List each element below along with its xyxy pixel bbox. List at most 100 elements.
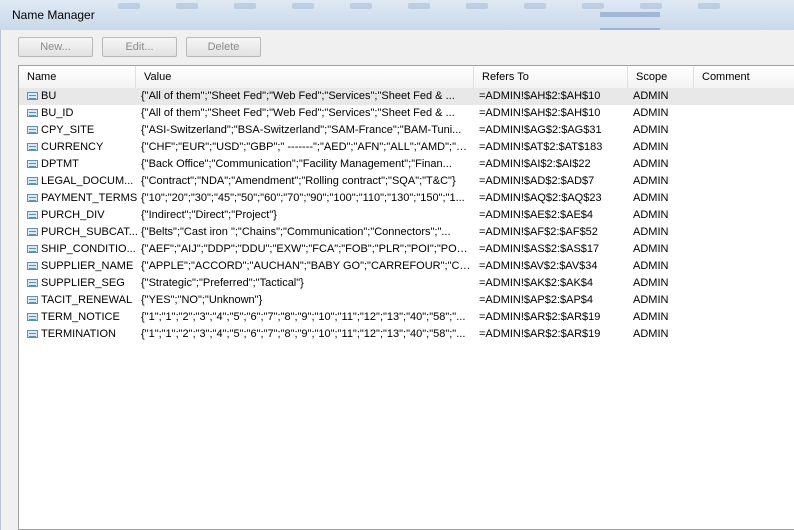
scope-cell: ADMIN [633, 328, 669, 340]
scope-cell: ADMIN [633, 90, 669, 102]
table-row[interactable]: CPY_SITE {"ASI-Switzerland";"BSA-Switzerl… [19, 122, 794, 139]
comment-cell [699, 292, 794, 309]
name-cell: DPTMT [41, 158, 79, 170]
value-cell: {"10";"20";"30";"45";"50";"60";"70";"90"… [141, 192, 465, 204]
name-cell: BU_ID [41, 107, 74, 119]
value-cell: {"CHF";"EUR";"USD";"GBP";" -------";"AED… [141, 141, 471, 153]
table-row[interactable]: TERMINATION {"1";"1";"2";"3";"4";"5";"6";… [19, 326, 794, 343]
table-row[interactable]: PURCH_DIV {"Indirect";"Direct";"Project"}… [19, 207, 794, 224]
window-title: Name Manager [12, 8, 95, 22]
range-name-icon [27, 313, 38, 321]
new-button[interactable]: New... [18, 37, 93, 57]
value-cell: {"APPLE";"ACCORD";"AUCHAN";"BABY GO";"CA… [141, 260, 471, 272]
range-name-icon [27, 143, 38, 151]
comment-cell [699, 241, 794, 258]
value-cell: {"All of them";"Sheet Fed";"Web Fed";"Se… [141, 107, 455, 119]
name-cell: TERMINATION [41, 328, 116, 340]
table-row[interactable]: TERM_NOTICE {"1";"1";"2";"3";"4";"5";"6";… [19, 309, 794, 326]
refers-to-cell: =ADMIN!$AK$2:$AK$4 [479, 277, 594, 289]
scope-cell: ADMIN [633, 226, 669, 238]
column-header-name[interactable]: Name [19, 66, 136, 88]
names-list[interactable]: Name Value Refers To Scope Comment BU {"A… [18, 65, 794, 530]
refers-to-cell: =ADMIN!$AG$2:$AG$31 [479, 124, 602, 136]
table-row[interactable]: PAYMENT_TERMS {"10";"20";"30";"45";"50";"… [19, 190, 794, 207]
refers-to-cell: =ADMIN!$AI$2:$AI$22 [479, 158, 591, 170]
comment-cell [699, 88, 794, 105]
refers-to-cell: =ADMIN!$AR$2:$AR$19 [479, 328, 601, 340]
value-cell: {"AEF";"AIJ";"DDP";"DDU";"EXW";"FCA";"FO… [141, 243, 471, 255]
name-cell: CPY_SITE [41, 124, 95, 136]
range-name-icon [27, 126, 38, 134]
table-row[interactable]: PURCH_SUBCAT... {"Belts";"Cast iron ";"Ch… [19, 224, 794, 241]
scope-cell: ADMIN [633, 141, 669, 153]
table-row[interactable]: LEGAL_DOCUM... {"Contract";"NDA";"Amendme… [19, 173, 794, 190]
scope-cell: ADMIN [633, 158, 669, 170]
scope-cell: ADMIN [633, 175, 669, 187]
value-cell: {"1";"1";"2";"3";"4";"5";"6";"7";"8";"9"… [141, 311, 466, 323]
name-cell: SUPPLIER_NAME [41, 260, 134, 272]
scope-cell: ADMIN [633, 107, 669, 119]
table-row[interactable]: TACIT_RENEWAL {"YES";"NO";"Unknown"} =ADMI… [19, 292, 794, 309]
range-name-icon [27, 262, 38, 270]
range-name-icon [27, 330, 38, 338]
refers-to-cell: =ADMIN!$AH$2:$AH$10 [479, 107, 601, 119]
table-row[interactable]: CURRENCY {"CHF";"EUR";"USD";"GBP";" -----… [19, 139, 794, 156]
value-cell: {"Contract";"NDA";"Amendment";"Rolling c… [141, 175, 456, 187]
refers-to-cell: =ADMIN!$AD$2:$AD$7 [479, 175, 595, 187]
refers-to-cell: =ADMIN!$AP$2:$AP$4 [479, 294, 594, 306]
value-cell: {"Belts";"Cast iron ";"Chains";"Communic… [141, 226, 451, 238]
value-cell: {"Back Office";"Communication";"Facility… [141, 158, 452, 170]
table-row[interactable]: SHIP_CONDITIO... {"AEF";"AIJ";"DDP";"DDU"… [19, 241, 794, 258]
comment-cell [699, 224, 794, 241]
delete-button[interactable]: Delete [186, 37, 261, 57]
comment-cell [699, 105, 794, 122]
range-name-icon [27, 194, 38, 202]
scope-cell: ADMIN [633, 124, 669, 136]
comment-cell [699, 156, 794, 173]
background-window-text [560, 8, 794, 49]
name-cell: PURCH_DIV [41, 209, 105, 221]
value-cell: {"Strategic";"Preferred";"Tactical"} [141, 277, 304, 289]
range-name-icon [27, 296, 38, 304]
table-row[interactable]: SUPPLIER_SEG {"Strategic";"Preferred";"Ta… [19, 275, 794, 292]
title-bar[interactable]: Name Manager [0, 0, 794, 49]
scope-cell: ADMIN [633, 209, 669, 221]
comment-cell [699, 207, 794, 224]
table-row[interactable]: BU_ID {"All of them";"Sheet Fed";"Web Fed… [19, 105, 794, 122]
scope-cell: ADMIN [633, 311, 669, 323]
range-name-icon [27, 177, 38, 185]
value-cell: {"1";"1";"2";"3";"4";"5";"6";"7";"8";"9"… [141, 328, 466, 340]
comment-cell [699, 139, 794, 156]
comment-cell [699, 326, 794, 343]
table-row[interactable]: DPTMT {"Back Office";"Communication";"Fac… [19, 156, 794, 173]
range-name-icon [27, 211, 38, 219]
column-header-value[interactable]: Value [136, 66, 474, 88]
name-cell: PURCH_SUBCAT... [41, 226, 138, 238]
name-cell: TERM_NOTICE [41, 311, 120, 323]
comment-cell [699, 275, 794, 292]
comment-cell [699, 190, 794, 207]
column-header-scope[interactable]: Scope [628, 66, 694, 88]
column-header-comment[interactable]: Comment [694, 66, 794, 88]
range-name-icon [27, 245, 38, 253]
comment-cell [699, 309, 794, 326]
scope-cell: ADMIN [633, 294, 669, 306]
column-header-refers-to[interactable]: Refers To [474, 66, 628, 88]
refers-to-cell: =ADMIN!$AH$2:$AH$10 [479, 90, 601, 102]
refers-to-cell: =ADMIN!$AE$2:$AE$4 [479, 209, 594, 221]
name-manager-dialog: New... Edit... Delete Name Value Refers … [0, 30, 794, 530]
edit-button[interactable]: Edit... [102, 37, 177, 57]
name-cell: LEGAL_DOCUM... [41, 175, 134, 187]
table-row[interactable]: SUPPLIER_NAME {"APPLE";"ACCORD";"AUCHAN";… [19, 258, 794, 275]
comment-cell [699, 258, 794, 275]
refers-to-cell: =ADMIN!$AF$2:$AF$52 [479, 226, 598, 238]
range-name-icon [27, 160, 38, 168]
name-cell: CURRENCY [41, 141, 104, 153]
name-cell: PAYMENT_TERMS [41, 192, 138, 204]
value-cell: {"Indirect";"Direct";"Project"} [141, 209, 277, 221]
scope-cell: ADMIN [633, 243, 669, 255]
range-name-icon [27, 279, 38, 287]
scope-cell: ADMIN [633, 192, 669, 204]
table-row[interactable]: BU {"All of them";"Sheet Fed";"Web Fed";"… [19, 88, 794, 105]
value-cell: {"ASI-Switzerland";"BSA-Switzerland";"SA… [141, 124, 462, 136]
